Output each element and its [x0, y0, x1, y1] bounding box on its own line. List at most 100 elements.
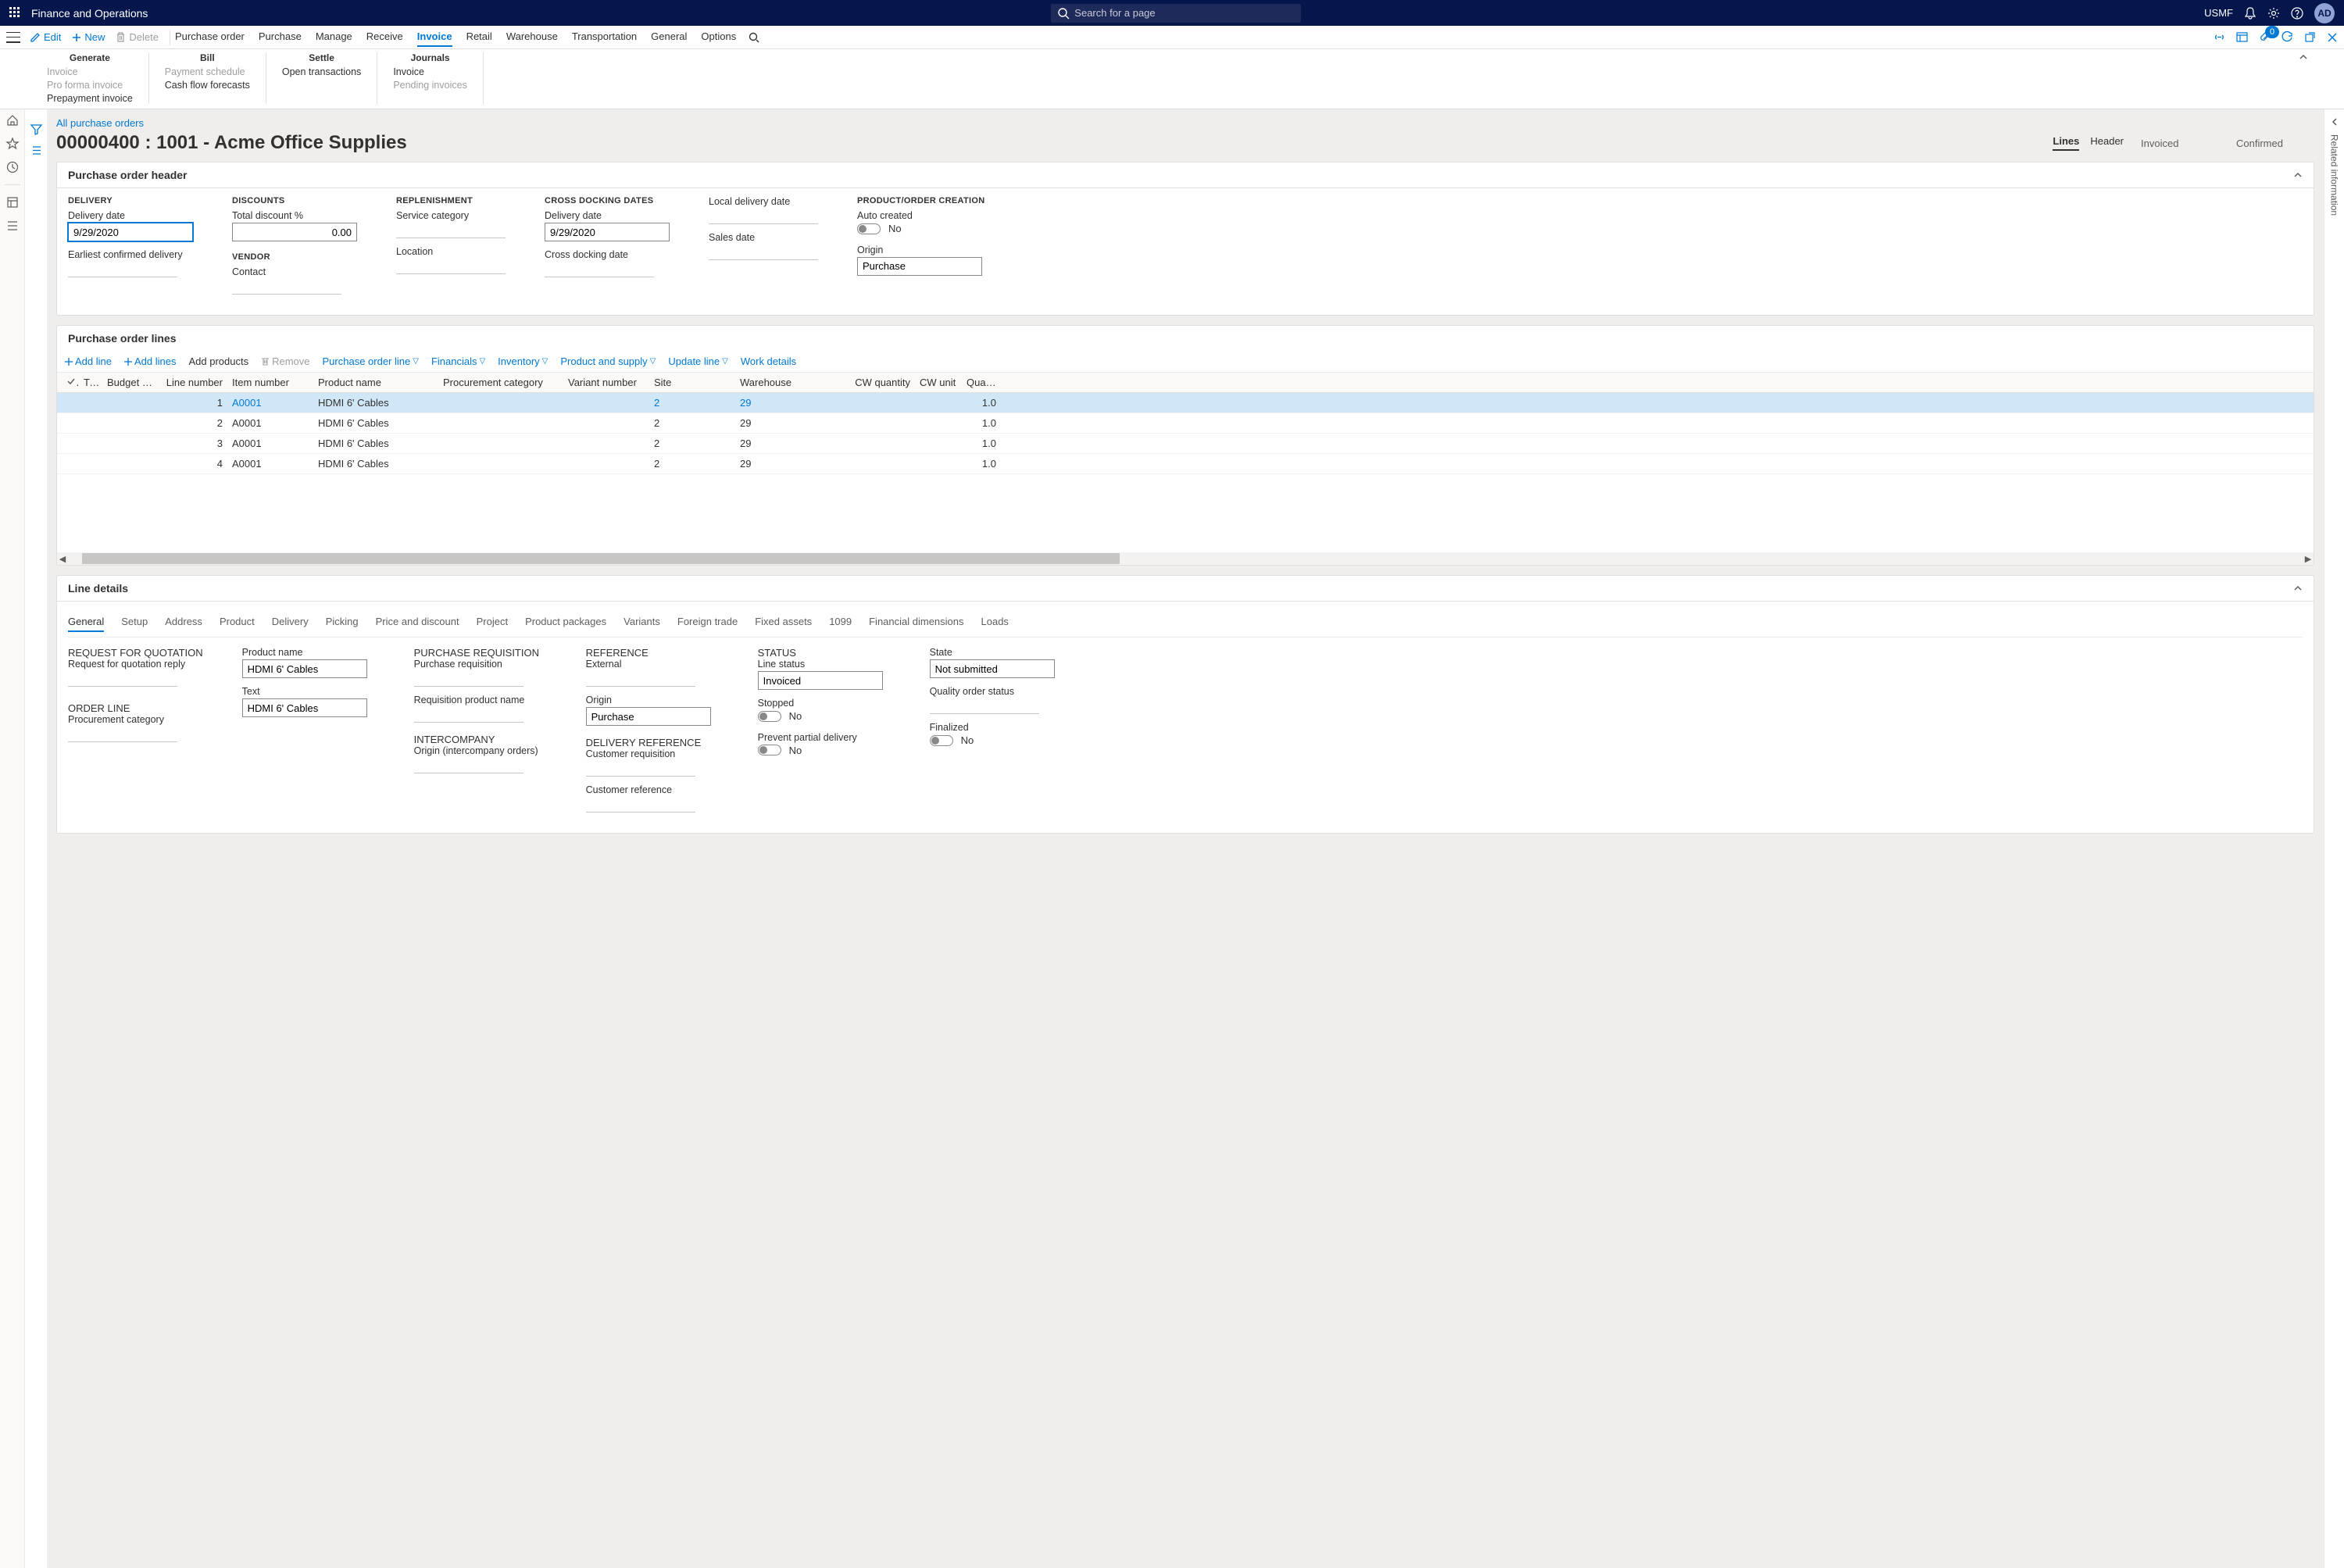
- cross-docking-date[interactable]: [545, 262, 654, 277]
- tab-purchase[interactable]: Purchase: [259, 27, 302, 47]
- rfq-reply[interactable]: [68, 671, 177, 687]
- sales-date[interactable]: [709, 245, 818, 260]
- close-icon[interactable]: [2327, 32, 2338, 43]
- global-search[interactable]: Search for a page: [1051, 4, 1301, 23]
- ribbon-open-transactions[interactable]: Open transactions: [282, 66, 361, 77]
- local-delivery-date[interactable]: [709, 209, 818, 224]
- recent-icon[interactable]: [6, 161, 19, 173]
- ribbon-prepayment-invoice[interactable]: Prepayment invoice: [47, 93, 133, 104]
- ribbon-pro-forma-invoice[interactable]: Pro forma invoice: [47, 80, 133, 91]
- ld-tab-1099[interactable]: 1099: [829, 616, 852, 632]
- tab-general[interactable]: General: [651, 27, 687, 47]
- col-product-name[interactable]: Product name: [313, 377, 438, 388]
- ribbon-payment-schedule[interactable]: Payment schedule: [165, 66, 250, 77]
- add-line-button[interactable]: Add line: [65, 355, 112, 367]
- view-lines[interactable]: Lines: [2053, 135, 2079, 151]
- col-line-number[interactable]: Line number: [157, 377, 227, 388]
- service-category[interactable]: [396, 223, 506, 238]
- ld-tab-price-and-discount[interactable]: Price and discount: [376, 616, 459, 632]
- ld-tab-general[interactable]: General: [68, 616, 104, 632]
- customer-reference[interactable]: [586, 797, 695, 813]
- edit-button[interactable]: Edit: [30, 31, 61, 43]
- grid-select-all[interactable]: [62, 377, 79, 388]
- ld-tab-fixed-assets[interactable]: Fixed assets: [755, 616, 812, 632]
- col-site[interactable]: Site: [649, 377, 735, 388]
- inventory-dropdown[interactable]: Inventory▽: [498, 355, 548, 367]
- breadcrumb[interactable]: All purchase orders: [56, 117, 2314, 129]
- col-procurement[interactable]: Procurement category: [438, 377, 563, 388]
- home-icon[interactable]: [6, 114, 19, 127]
- col-quantity[interactable]: Quanti: [962, 377, 1001, 388]
- nav-toggle-icon[interactable]: [6, 32, 20, 43]
- work-details-button[interactable]: Work details: [741, 355, 796, 367]
- finalized-toggle[interactable]: No: [930, 734, 974, 746]
- ld-tab-product-packages[interactable]: Product packages: [525, 616, 606, 632]
- col-budget[interactable]: Budget chec...: [102, 377, 157, 388]
- ribbon-invoice[interactable]: Invoice: [47, 66, 133, 77]
- ld-tab-variants[interactable]: Variants: [624, 616, 660, 632]
- tab-transportation[interactable]: Transportation: [572, 27, 637, 47]
- office-icon[interactable]: [2236, 31, 2248, 43]
- req-product-name[interactable]: [414, 707, 523, 723]
- col-cw-unit[interactable]: CW unit: [915, 377, 962, 388]
- stopped-toggle[interactable]: No: [758, 710, 802, 722]
- cross-delivery-date[interactable]: [545, 223, 670, 241]
- popout-icon[interactable]: [2304, 31, 2316, 43]
- line-details-toggle[interactable]: Line details: [57, 576, 2314, 601]
- ld-tab-product[interactable]: Product: [220, 616, 255, 632]
- gear-icon[interactable]: [2267, 7, 2280, 20]
- ribbon-pending-invoices[interactable]: Pending invoices: [393, 80, 467, 91]
- delete-button[interactable]: Delete: [116, 31, 159, 43]
- external-ref[interactable]: [586, 671, 695, 687]
- delivery-date-input[interactable]: [68, 223, 193, 241]
- prevent-partial-toggle[interactable]: No: [758, 745, 802, 756]
- col-type[interactable]: Typ: [79, 377, 102, 388]
- ld-tab-setup[interactable]: Setup: [121, 616, 148, 632]
- location[interactable]: [396, 259, 506, 274]
- po-line-dropdown[interactable]: Purchase order line▽: [323, 355, 419, 367]
- attachments-button[interactable]: 0: [2259, 30, 2271, 45]
- new-button[interactable]: New: [72, 31, 105, 43]
- filter-icon[interactable]: [30, 123, 42, 135]
- modules-icon[interactable]: [6, 220, 19, 232]
- purchase-requisition[interactable]: [414, 671, 523, 687]
- add-lines-button[interactable]: Add lines: [124, 355, 176, 367]
- user-avatar[interactable]: AD: [2314, 3, 2335, 23]
- ld-tab-financial-dimensions[interactable]: Financial dimensions: [869, 616, 963, 632]
- tab-options[interactable]: Options: [701, 27, 736, 47]
- search-action-icon[interactable]: [749, 32, 759, 43]
- origin-field[interactable]: [857, 257, 982, 276]
- table-row[interactable]: 2A0001HDMI 6' Cables2291.0: [57, 413, 2314, 434]
- add-products-button[interactable]: Add products: [188, 355, 248, 367]
- table-row[interactable]: 1A0001HDMI 6' Cables2291.0: [57, 393, 2314, 413]
- col-warehouse[interactable]: Warehouse: [735, 377, 837, 388]
- workspace-icon[interactable]: [6, 196, 19, 209]
- table-row[interactable]: 4A0001HDMI 6' Cables2291.0: [57, 454, 2314, 474]
- update-line-dropdown[interactable]: Update line▽: [668, 355, 727, 367]
- ld-tab-loads[interactable]: Loads: [981, 616, 1009, 632]
- star-icon[interactable]: [6, 138, 19, 150]
- product-supply-dropdown[interactable]: Product and supply▽: [560, 355, 656, 367]
- ribbon-cash-flow-forecasts[interactable]: Cash flow forecasts: [165, 80, 250, 91]
- auto-created-toggle[interactable]: No: [857, 223, 902, 234]
- financials-dropdown[interactable]: Financials▽: [431, 355, 485, 367]
- col-item-number[interactable]: Item number: [227, 377, 313, 388]
- link-icon[interactable]: [2214, 31, 2225, 43]
- chevron-left-icon[interactable]: [2330, 117, 2339, 127]
- tab-manage[interactable]: Manage: [316, 27, 352, 47]
- ribbon-invoice[interactable]: Invoice: [393, 66, 467, 77]
- list-icon[interactable]: [30, 145, 42, 156]
- view-header[interactable]: Header: [2090, 135, 2124, 151]
- help-icon[interactable]: [2291, 7, 2303, 20]
- tab-retail[interactable]: Retail: [466, 27, 492, 47]
- po-header-toggle[interactable]: Purchase order header: [57, 163, 2314, 188]
- ld-text[interactable]: [242, 698, 367, 717]
- bell-icon[interactable]: [2244, 7, 2256, 20]
- procurement-category[interactable]: [68, 727, 177, 742]
- ribbon-collapse-icon[interactable]: [2299, 52, 2308, 62]
- ld-tab-picking[interactable]: Picking: [326, 616, 359, 632]
- tab-receive[interactable]: Receive: [366, 27, 403, 47]
- tab-warehouse[interactable]: Warehouse: [506, 27, 558, 47]
- state-field[interactable]: [930, 659, 1055, 678]
- ld-tab-project[interactable]: Project: [477, 616, 508, 632]
